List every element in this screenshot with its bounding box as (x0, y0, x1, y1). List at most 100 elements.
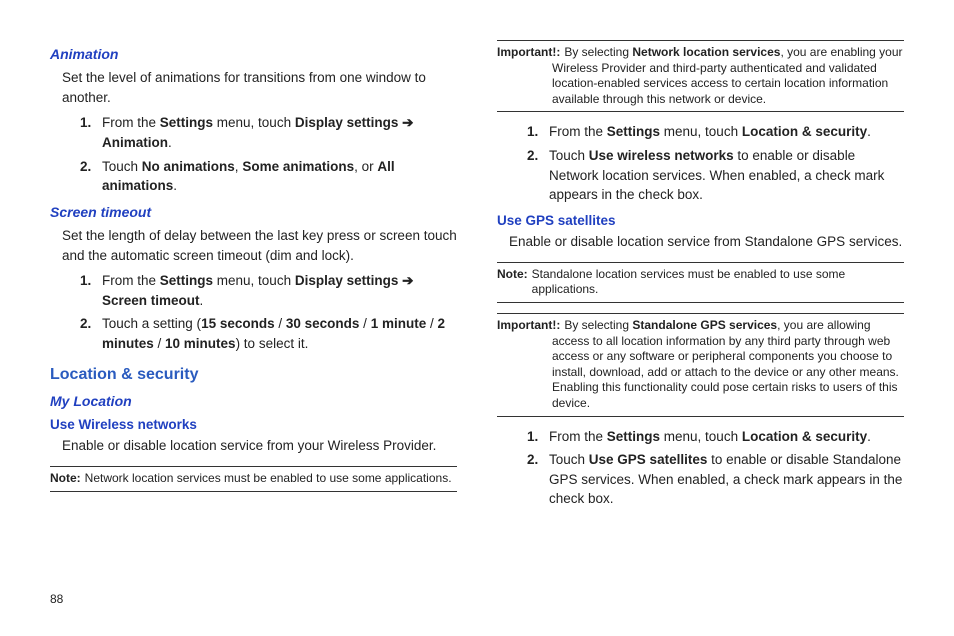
t: . (867, 124, 871, 139)
step-number: 2. (80, 314, 102, 353)
heading-location-security: Location & security (50, 363, 457, 386)
t: / (154, 336, 165, 351)
step-text: Touch No animations, Some animations, or… (102, 157, 457, 196)
t: menu, touch (660, 124, 742, 139)
arrow-icon: ➔ (398, 273, 413, 288)
note-text: Standalone location services must be ena… (532, 267, 904, 298)
note-block: Note: Standalone location services must … (497, 262, 904, 303)
t: / (359, 316, 370, 331)
t: Touch (102, 159, 142, 174)
note-label: Note: (497, 267, 528, 283)
wireless-desc: Enable or disable location service from … (62, 436, 457, 456)
t: Animation (102, 135, 168, 150)
t: Use wireless networks (589, 148, 734, 163)
note-label: Note: (50, 471, 81, 487)
t: Use GPS satellites (589, 452, 708, 467)
important-block: Important!: By selecting Standalone GPS … (497, 313, 904, 417)
list-item: 2. Touch Use GPS satellites to enable or… (527, 450, 904, 509)
heading-use-gps: Use GPS satellites (497, 211, 904, 231)
note-text: Network location services must be enable… (85, 471, 457, 487)
t: Location & security (742, 429, 867, 444)
t: 30 seconds (286, 316, 360, 331)
t: . (168, 135, 172, 150)
t: Standalone GPS services (632, 318, 777, 332)
t: Touch (549, 452, 589, 467)
t: From the (102, 115, 160, 130)
list-item: 1. From the Settings menu, touch Locatio… (527, 122, 904, 142)
list-item: 1. From the Settings menu, touch Display… (80, 113, 457, 152)
list-item: 2. Touch No animations, Some animations,… (80, 157, 457, 196)
important-text: By selecting Standalone GPS services, yo… (552, 318, 904, 412)
t: , or (354, 159, 377, 174)
t: Settings (607, 429, 660, 444)
important-block: Important!: By selecting Network locatio… (497, 40, 904, 112)
t: Network location services (632, 45, 780, 59)
heading-screen-timeout: Screen timeout (50, 202, 457, 222)
animation-desc: Set the level of animations for transiti… (62, 68, 457, 107)
step-number: 2. (527, 450, 549, 509)
heading-use-wireless: Use Wireless networks (50, 415, 457, 435)
t: By selecting (564, 318, 632, 332)
step-text: From the Settings menu, touch Location &… (549, 122, 904, 142)
t: From the (549, 124, 607, 139)
right-column: Important!: By selecting Network locatio… (497, 40, 904, 584)
t: / (426, 316, 437, 331)
step-number: 2. (80, 157, 102, 196)
note-block: Note: Network location services must be … (50, 466, 457, 492)
t: Settings (160, 273, 213, 288)
manual-page: Animation Set the level of animations fo… (0, 0, 954, 636)
gps-steps: 1. From the Settings menu, touch Locatio… (497, 427, 904, 509)
t: Location & security (742, 124, 867, 139)
t: menu, touch (660, 429, 742, 444)
t: 1 minute (371, 316, 427, 331)
t: From the (102, 273, 160, 288)
step-text: From the Settings menu, touch Display se… (102, 271, 457, 310)
t: . (173, 178, 177, 193)
t: menu, touch (213, 115, 295, 130)
step-text: Touch Use wireless networks to enable or… (549, 146, 904, 205)
left-column: Animation Set the level of animations fo… (50, 40, 457, 584)
step-text: Touch Use GPS satellites to enable or di… (549, 450, 904, 509)
t: Some animations (242, 159, 354, 174)
gps-desc: Enable or disable location service from … (509, 232, 904, 252)
heading-animation: Animation (50, 44, 457, 64)
list-item: 1. From the Settings menu, touch Display… (80, 271, 457, 310)
important-text: By selecting Network location services, … (552, 45, 904, 107)
heading-my-location: My Location (50, 391, 457, 411)
t: 10 minutes (165, 336, 236, 351)
screen-timeout-desc: Set the length of delay between the last… (62, 226, 457, 265)
screen-timeout-steps: 1. From the Settings menu, touch Display… (50, 271, 457, 353)
list-item: 2. Touch a setting (15 seconds / 30 seco… (80, 314, 457, 353)
step-number: 1. (527, 427, 549, 447)
t: From the (549, 429, 607, 444)
step-number: 2. (527, 146, 549, 205)
page-number: 88 (50, 584, 904, 606)
t: Settings (160, 115, 213, 130)
list-item: 2. Touch Use wireless networks to enable… (527, 146, 904, 205)
t: By selecting (564, 45, 632, 59)
animation-steps: 1. From the Settings menu, touch Display… (50, 113, 457, 195)
t: Settings (607, 124, 660, 139)
columns: Animation Set the level of animations fo… (50, 40, 904, 584)
step-number: 1. (80, 271, 102, 310)
step-text: From the Settings menu, touch Location &… (549, 427, 904, 447)
t: / (275, 316, 286, 331)
t: Touch a setting ( (102, 316, 201, 331)
wireless-steps: 1. From the Settings menu, touch Locatio… (497, 122, 904, 204)
arrow-icon: ➔ (398, 115, 413, 130)
step-number: 1. (527, 122, 549, 142)
step-text: Touch a setting (15 seconds / 30 seconds… (102, 314, 457, 353)
step-number: 1. (80, 113, 102, 152)
t: Screen timeout (102, 293, 200, 308)
t: No animations (142, 159, 235, 174)
t: menu, touch (213, 273, 295, 288)
t: Display settings (295, 115, 399, 130)
t: 15 seconds (201, 316, 275, 331)
step-text: From the Settings menu, touch Display se… (102, 113, 457, 152)
t: ) to select it. (236, 336, 309, 351)
important-label: Important!: (497, 45, 560, 61)
t: . (200, 293, 204, 308)
t: Display settings (295, 273, 399, 288)
t: . (867, 429, 871, 444)
important-label: Important!: (497, 318, 560, 334)
